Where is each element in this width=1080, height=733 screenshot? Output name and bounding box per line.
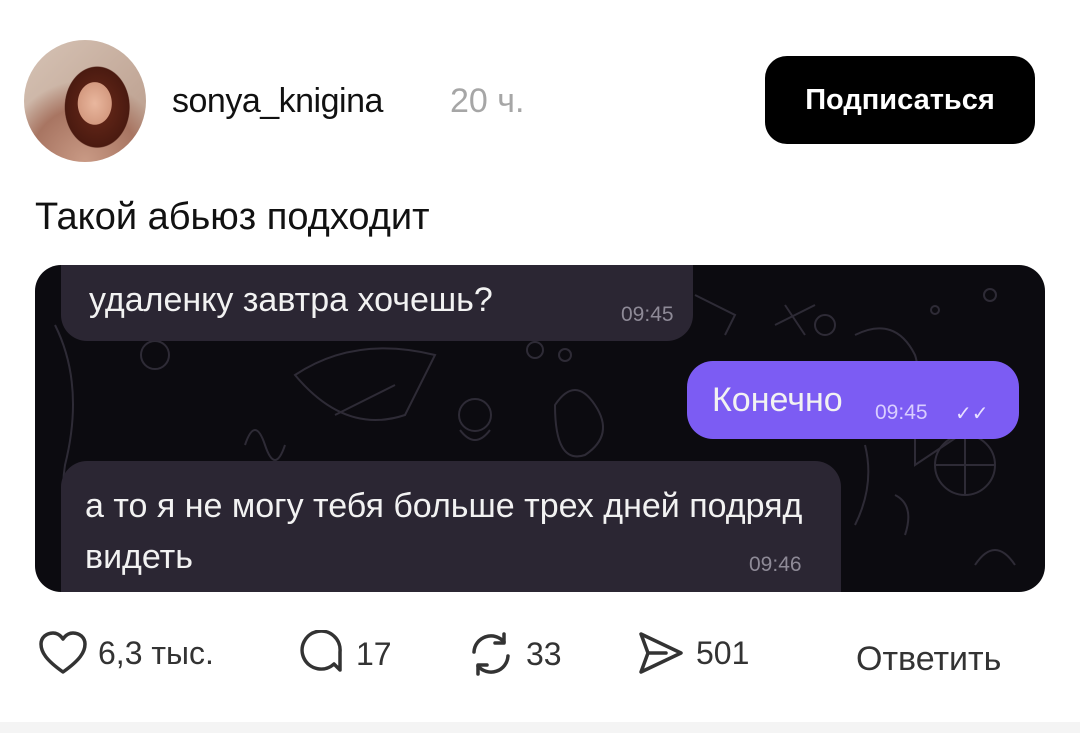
reply-button[interactable]: Ответить	[856, 640, 1001, 679]
like-action[interactable]: 6,3 тыс.	[38, 630, 214, 676]
message-incoming: а то я не могу тебя больше трех дней под…	[61, 461, 841, 592]
follow-button[interactable]: Подписаться	[765, 56, 1035, 144]
message-incoming: удаленку завтра хочешь? 09:45	[61, 265, 693, 341]
post-time: 20 ч.	[450, 82, 525, 120]
action-bar: 6,3 тыс. 17 33 501 Ответить	[0, 630, 1080, 690]
chat-screenshot: удаленку завтра хочешь? 09:45 Конечно 09…	[35, 265, 1045, 592]
message-text: Конечно	[712, 381, 843, 419]
message-outgoing: Конечно 09:45 ✓✓	[687, 361, 1019, 439]
comment-icon	[300, 630, 342, 672]
message-text: удаленку завтра хочешь?	[89, 281, 493, 319]
avatar[interactable]	[24, 40, 146, 162]
share-icon	[639, 632, 683, 674]
message-time: 09:45	[875, 401, 928, 424]
reposts-count: 33	[526, 635, 562, 672]
repost-icon	[472, 632, 510, 676]
likes-count: 6,3 тыс.	[98, 634, 214, 671]
heart-icon	[39, 631, 87, 674]
divider	[0, 722, 1080, 733]
share-action[interactable]: 501	[636, 630, 749, 676]
message-text: а то я не могу тебя больше трех дней под…	[85, 487, 803, 576]
repost-action[interactable]: 33	[466, 630, 562, 678]
post-text: Такой абьюз подходит	[35, 196, 430, 238]
shares-count: 501	[696, 634, 750, 671]
message-time: 09:45	[621, 303, 674, 326]
comment-action[interactable]: 17	[298, 630, 392, 678]
read-check-icon: ✓✓	[955, 403, 989, 425]
comments-count: 17	[356, 635, 392, 672]
message-time: 09:46	[749, 553, 802, 576]
username[interactable]: sonya_knigina	[172, 82, 383, 121]
